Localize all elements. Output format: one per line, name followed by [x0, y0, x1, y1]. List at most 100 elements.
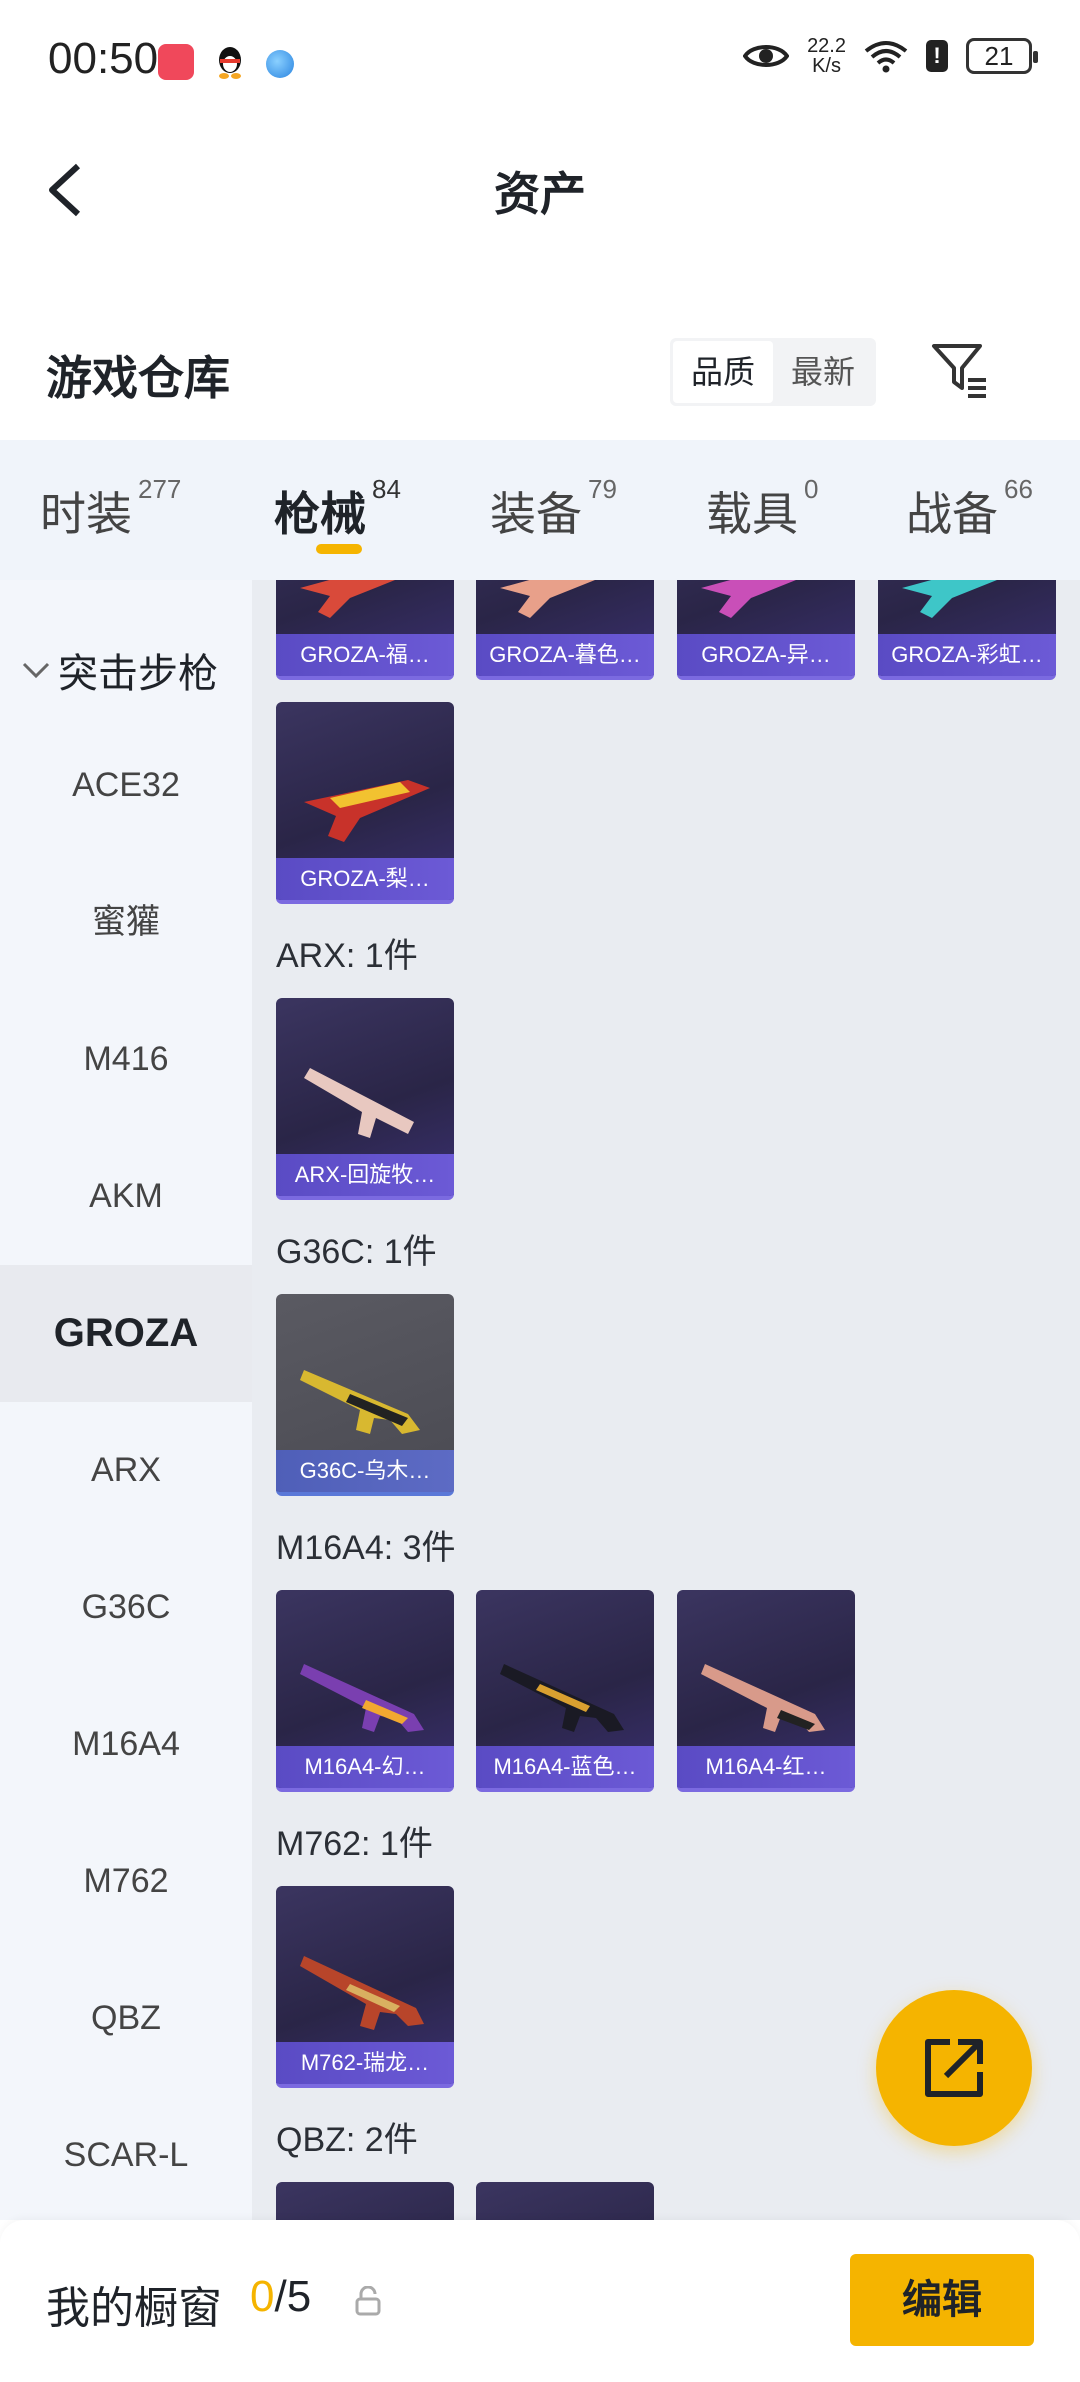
weapon-card[interactable]: [276, 2182, 454, 2220]
sidebar-group-assault-rifles[interactable]: 突击步枪: [0, 620, 252, 720]
tab-label: 载具: [706, 488, 798, 540]
group-label-qbz: QBZ: 2件: [276, 2121, 418, 2159]
tab-supplies[interactable]: 战备 66: [906, 474, 1033, 544]
weapon-card-name: G36C-乌木…: [276, 1450, 454, 1492]
sidebar-item-groza[interactable]: GROZA: [0, 1265, 252, 1402]
filter-icon[interactable]: [930, 340, 990, 400]
sidebar-group-label: 突击步枪: [58, 652, 218, 696]
rifle-icon: [300, 1956, 424, 2030]
sidebar-item-m762[interactable]: M762: [0, 1813, 252, 1950]
qq-icon: [219, 47, 241, 79]
weapon-card-name: GROZA-福…: [276, 634, 454, 676]
weapon-card[interactable]: G36C-乌木…: [276, 1294, 454, 1496]
showcase-total: /5: [274, 2272, 312, 2321]
sidebar-item-m16a4[interactable]: M16A4: [0, 1676, 252, 1813]
weapon-card-name: GROZA-暮色…: [476, 634, 654, 676]
tab-fashion[interactable]: 时装 277: [40, 474, 181, 544]
group-label-g36c: G36C: 1件: [276, 1233, 437, 1271]
warehouse-title: 游戏仓库: [46, 352, 230, 404]
weapon-card-name: M16A4-蓝色…: [476, 1746, 654, 1788]
weapon-card-name: GROZA-异…: [677, 634, 855, 676]
sidebar-item-akm[interactable]: AKM: [0, 1128, 252, 1265]
weapon-card-name: M16A4-幻…: [276, 1746, 454, 1788]
tab-label: 装备: [490, 488, 582, 540]
tab-label: 时装: [40, 488, 132, 540]
notification-icons: [158, 44, 294, 80]
rifle-icon: [304, 780, 430, 842]
net-speed-value: 22.2: [807, 35, 846, 57]
weapon-card[interactable]: [476, 2182, 654, 2220]
category-tabs: 时装 277 枪械 84 装备 79 载具 0 战备 66: [0, 440, 1080, 580]
rifle-icon: [902, 580, 997, 618]
net-speed: 22.2 K/s: [807, 36, 846, 76]
rifle-icon: [300, 1664, 424, 1732]
group-label-m762: M762: 1件: [276, 1825, 433, 1863]
sort-toggle: 品质 最新: [670, 338, 876, 406]
tab-equipment[interactable]: 装备 79: [490, 474, 617, 544]
rifle-icon: [701, 580, 796, 618]
page-title: 资产: [494, 168, 586, 220]
sidebar-item-m416[interactable]: M416: [0, 991, 252, 1128]
rifle-icon: [701, 1664, 825, 1732]
share-icon: [925, 2039, 983, 2097]
bottom-bar: 我的橱窗 0/5 编辑: [0, 2220, 1080, 2382]
weapon-card-name: M762-瑞龙…: [276, 2042, 454, 2084]
weapon-grid: GROZA-福… GROZA-暮色… GROZA-异… GROZA-彩虹… GR…: [252, 580, 1080, 2220]
tab-vehicles[interactable]: 载具 0: [706, 474, 818, 544]
edit-button[interactable]: 编辑: [850, 2254, 1034, 2346]
weapon-card-name: GROZA-梨…: [276, 858, 454, 900]
net-speed-unit: K/s: [812, 55, 841, 77]
tab-count: 79: [588, 474, 617, 504]
rifle-icon: [300, 1370, 420, 1434]
tab-count: 66: [1004, 474, 1033, 504]
sort-latest-button[interactable]: 最新: [773, 341, 873, 403]
weapon-card[interactable]: GROZA-暮色…: [476, 580, 654, 680]
tab-count: 277: [138, 474, 182, 504]
tab-count: 84: [372, 474, 401, 504]
weapon-card[interactable]: GROZA-梨…: [276, 702, 454, 904]
weapon-card[interactable]: ARX-回旋牧…: [276, 998, 454, 1200]
chevron-down-icon: [22, 662, 50, 679]
alert-icon: !: [926, 40, 948, 72]
active-tab-indicator: [316, 544, 362, 554]
browser-icon: [266, 50, 294, 78]
sidebar-item-qbz[interactable]: QBZ: [0, 1950, 252, 2087]
share-button[interactable]: [876, 1990, 1032, 2146]
weapon-sidebar: 突击步枪 ACE32 蜜獾 M416 AKM GROZA ARX G36C M1…: [0, 580, 252, 2220]
weapon-card-name: GROZA-彩虹…: [878, 634, 1056, 676]
tab-firearms[interactable]: 枪械 84: [274, 474, 401, 544]
weapon-card-name: M16A4-红…: [677, 1746, 855, 1788]
weapon-card-name: ARX-回旋牧…: [276, 1154, 454, 1196]
rifle-icon: [304, 1068, 414, 1138]
sidebar-item-scar-l[interactable]: SCAR-L: [0, 2087, 252, 2220]
status-time: 00:50: [48, 34, 159, 83]
rifle-icon: [500, 1664, 624, 1732]
nav-bar: 资产: [0, 130, 1080, 250]
group-label-arx: ARX: 1件: [276, 937, 418, 975]
weapon-card[interactable]: M16A4-红…: [677, 1590, 855, 1792]
showcase-label: 我的橱窗: [46, 2284, 222, 2333]
sidebar-item-honey-badger[interactable]: 蜜獾: [0, 854, 252, 991]
showcase-count: 0/5: [250, 2272, 311, 2322]
sidebar-item-g36c[interactable]: G36C: [0, 1539, 252, 1676]
sort-quality-button[interactable]: 品质: [673, 341, 773, 403]
app-notification-icon: [158, 44, 194, 80]
weapon-card[interactable]: M16A4-幻…: [276, 1590, 454, 1792]
sidebar-item-ace32[interactable]: ACE32: [0, 717, 252, 854]
tab-count: 0: [804, 474, 819, 504]
rifle-icon: [300, 580, 395, 618]
tab-label: 枪械: [274, 488, 366, 540]
rifle-icon: [500, 580, 595, 618]
weapon-card[interactable]: GROZA-彩虹…: [878, 580, 1056, 680]
lock-icon: [355, 2286, 381, 2316]
tab-label: 战备: [906, 488, 998, 540]
showcase-current: 0: [250, 2272, 275, 2321]
warehouse-header: 游戏仓库 品质 最新: [0, 320, 1080, 440]
weapon-card[interactable]: GROZA-异…: [677, 580, 855, 680]
group-label-m16a4: M16A4: 3件: [276, 1529, 456, 1567]
sidebar-item-arx[interactable]: ARX: [0, 1402, 252, 1539]
status-right: 22.2 K/s ! 21: [743, 36, 1038, 76]
weapon-card[interactable]: M762-瑞龙…: [276, 1886, 454, 2088]
weapon-card[interactable]: M16A4-蓝色…: [476, 1590, 654, 1792]
weapon-card[interactable]: GROZA-福…: [276, 580, 454, 680]
